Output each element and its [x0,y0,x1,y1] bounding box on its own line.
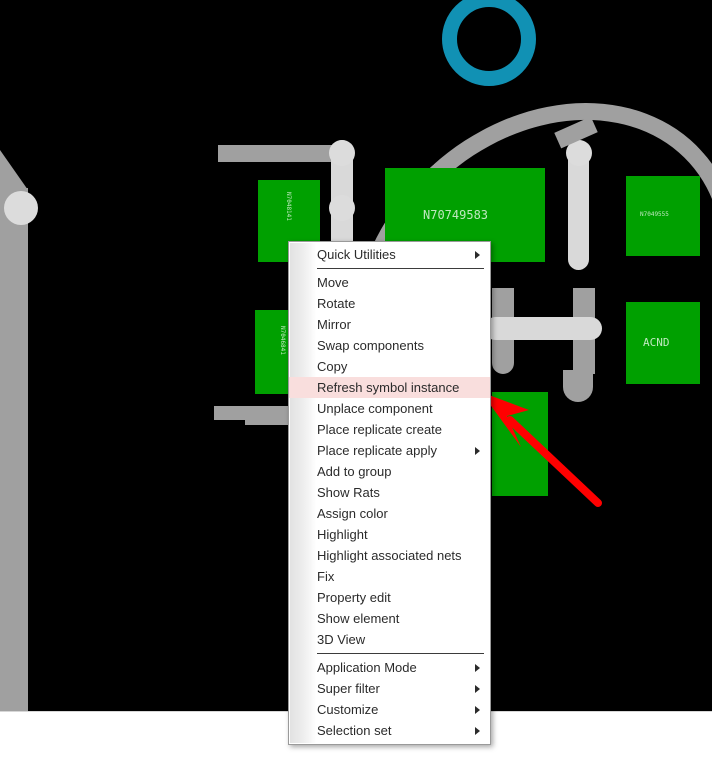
trace-mid-horizontal [484,317,602,340]
trace-rounded-cap [563,370,593,402]
via-upper-left-trace [329,140,355,166]
submenu-chevron-right-icon [475,684,480,693]
pad-main-label: N70749583 [423,208,489,222]
via-left [4,191,38,225]
menu-item-mirror[interactable]: Mirror [289,314,490,335]
menu-item-copy[interactable]: Copy [289,356,490,377]
menu-item-label: 3D View [317,632,366,647]
menu-item-assign-color[interactable]: Assign color [289,503,490,524]
teal-ring [442,0,536,86]
menu-item-label: Move [317,275,349,290]
menu-item-label: Highlight associated nets [317,548,462,563]
menu-item-highlight-associated-nets[interactable]: Highlight associated nets [289,545,490,566]
menu-item-highlight[interactable]: Highlight [289,524,490,545]
menu-item-label: Show element [317,611,400,626]
menu-item-label: Highlight [317,527,368,542]
menu-item-selection-set[interactable]: Selection set [289,720,490,741]
menu-item-label: Customize [317,702,379,717]
via-lower-left-trace [329,195,355,221]
submenu-chevron-right-icon [475,705,480,714]
menu-item-3d-view[interactable]: 3D View [289,629,490,650]
pad-right-top[interactable]: N7049555 [626,176,700,256]
menu-item-label: Mirror [317,317,351,332]
menu-item-customize[interactable]: Customize [289,699,490,720]
menu-separator [317,653,484,654]
menu-item-super-filter[interactable]: Super filter [289,678,490,699]
context-menu[interactable]: Quick Utilities Move Rotate Mirror Swap comp… [288,241,491,745]
menu-item-label: Rotate [317,296,356,311]
menu-item-quick-utilities[interactable]: Quick Utilities [289,244,490,265]
trace-bottom-stub [245,411,291,425]
menu-item-label: Selection set [317,723,392,738]
menu-item-application-mode[interactable]: Application Mode [289,657,490,678]
menu-item-label: Fix [317,569,335,584]
menu-item-label: Add to group [317,464,392,479]
pad-right-top-label: N7049555 [640,211,669,218]
menu-item-place-replicate-create[interactable]: Place replicate create [289,419,490,440]
menu-item-add-to-group[interactable]: Add to group [289,461,490,482]
menu-item-label: Refresh symbol instance [317,380,460,395]
menu-item-label: Place replicate apply [317,443,437,458]
menu-item-rotate[interactable]: Rotate [289,293,490,314]
menu-item-label: Assign color [317,506,388,521]
board-edge-wedge [0,150,28,190]
menu-item-swap-components[interactable]: Swap components [289,335,490,356]
submenu-chevron-right-icon [475,250,480,259]
trace-left-vertical [0,188,28,711]
menu-item-refresh-symbol-instance[interactable]: Refresh symbol instance [289,377,490,398]
menu-item-label: Property edit [317,590,391,605]
pad-right-acnd[interactable]: ACND [626,302,700,384]
menu-item-show-rats[interactable]: Show Rats [289,482,490,503]
menu-item-place-replicate-apply[interactable]: Place replicate apply [289,440,490,461]
menu-item-label: Application Mode [317,660,417,675]
menu-item-move[interactable]: Move [289,272,490,293]
menu-item-label: Super filter [317,681,380,696]
menu-item-fix[interactable]: Fix [289,566,490,587]
menu-item-label: Show Rats [317,485,380,500]
menu-item-show-element[interactable]: Show element [289,608,490,629]
submenu-chevron-right-icon [475,663,480,672]
menu-item-label: Place replicate create [317,422,443,437]
pad-center-low[interactable] [492,392,548,496]
pad-right-acnd-label: ACND [643,336,670,349]
menu-separator [317,268,484,269]
pad-left-mid-label: N7046841 [279,326,286,355]
pad-left-small-label: N7048141 [285,192,292,221]
submenu-chevron-right-icon [475,446,480,455]
menu-item-label: Unplace component [317,401,433,416]
submenu-chevron-right-icon [475,726,480,735]
menu-item-label: Swap components [317,338,424,353]
menu-item-label: Quick Utilities [317,247,396,262]
menu-item-property-edit[interactable]: Property edit [289,587,490,608]
menu-item-label: Copy [317,359,348,374]
menu-item-unplace-component[interactable]: Unplace component [289,398,490,419]
